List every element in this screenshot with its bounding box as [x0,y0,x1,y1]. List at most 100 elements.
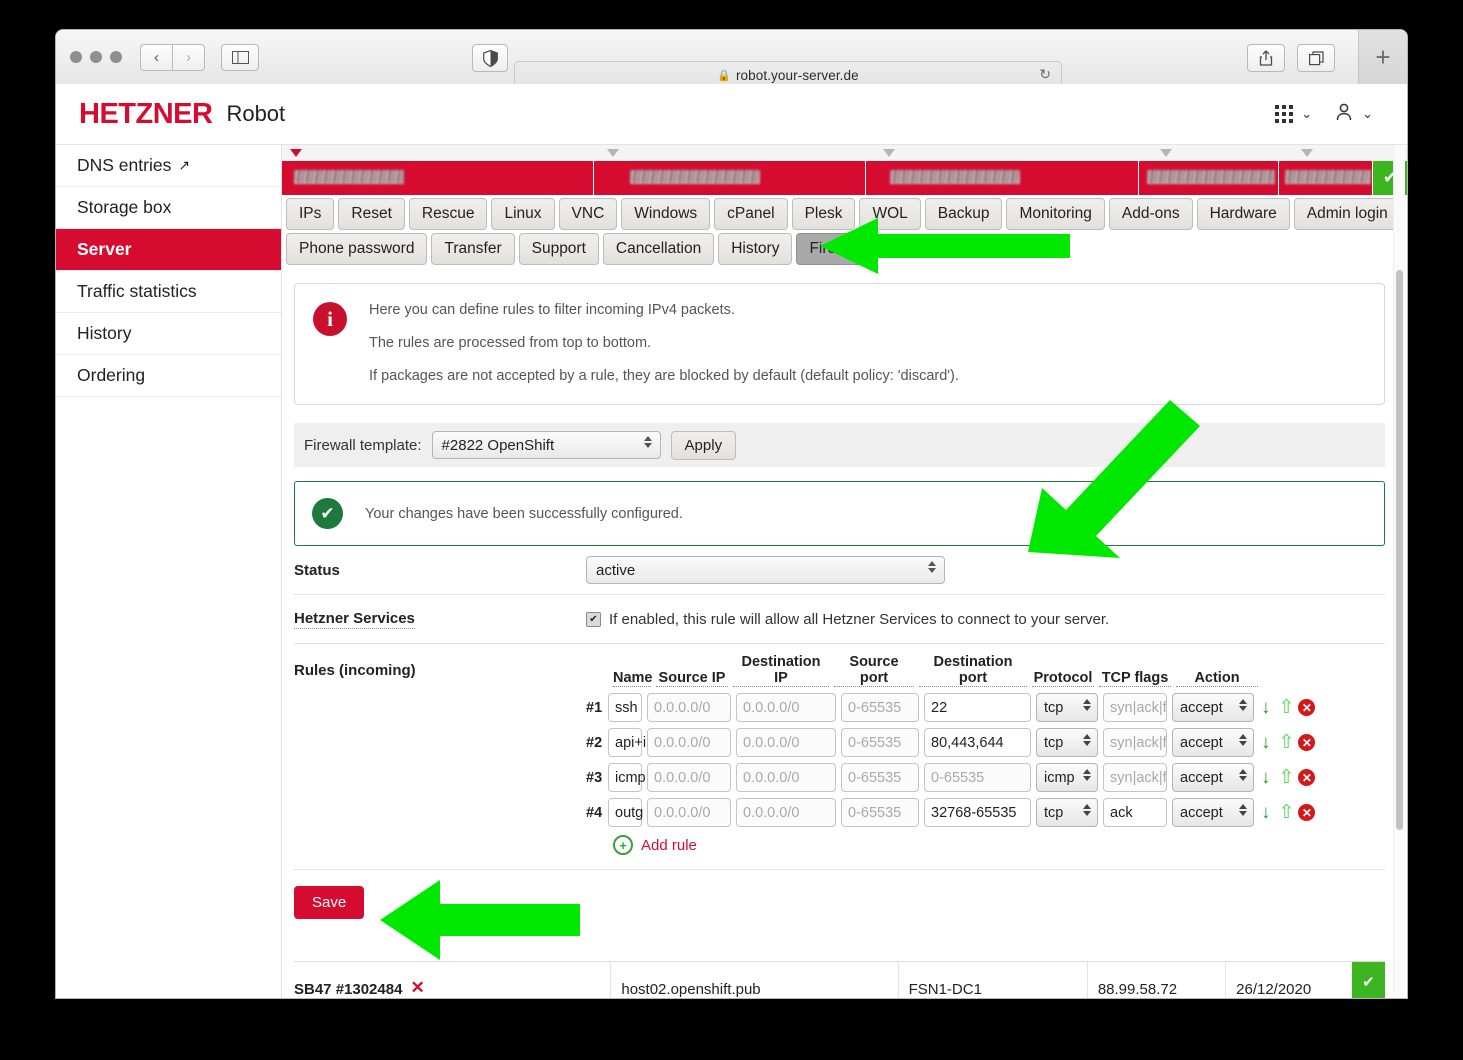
server-tab-firewall[interactable]: Firewall [796,233,876,265]
server-tab-vnc[interactable]: VNC [558,198,618,230]
rule-delete-icon[interactable]: ✕ [1298,699,1316,716]
rule-protocol-select[interactable]: tcp [1036,728,1098,757]
sort-column-hostname[interactable] [599,147,875,161]
sidebar-item-dns-entries[interactable]: DNS entries ↗ [56,145,281,187]
rule-delete-icon[interactable]: ✕ [1298,769,1316,786]
rule-protocol-select[interactable]: icmp [1036,763,1098,792]
rule-source-ip-input[interactable]: 0.0.0.0/0 [647,728,731,757]
rule-move-up-icon[interactable]: ⇧ [1279,731,1295,754]
server-cell-date[interactable] [1279,161,1373,195]
server-tab-plesk[interactable]: Plesk [791,198,856,230]
server-cell-name[interactable] [282,161,595,195]
server-cell-datacenter[interactable] [866,161,1139,195]
rule-destination-port-input[interactable]: 0-65535 [924,763,1031,792]
rule-destination-ip-input[interactable]: 0.0.0.0/0 [736,728,836,757]
server-tab-linux[interactable]: Linux [491,198,555,230]
apps-menu[interactable]: ⌄ [1275,105,1312,123]
rule-source-port-input[interactable]: 0-65535 [841,728,919,757]
back-button[interactable]: ‹ [140,43,172,71]
server-tab-backup[interactable]: Backup [924,198,1003,230]
scrollbar-thumb[interactable] [1396,270,1403,830]
rule-tcp-flags-input[interactable]: syn|ack|fin|rst|urg|psh|all|none [1103,728,1167,757]
bottom-cell-datacenter[interactable]: FSN1-DC1 [899,962,1088,998]
sidebar-item-storage-box[interactable]: Storage box [56,187,281,229]
apply-template-button[interactable]: Apply [670,430,737,460]
collapse-row-icon[interactable]: ✕ [410,978,424,998]
rule-move-up-icon[interactable]: ⇧ [1279,696,1295,719]
server-tab-cancellation[interactable]: Cancellation [602,233,715,265]
rule-move-up-icon[interactable]: ⇧ [1279,766,1295,789]
sidebar-item-traffic-statistics[interactable]: Traffic statistics [56,271,281,313]
bottom-cell-server[interactable]: SB47 #1302484 ✕ [294,962,612,998]
sidebar-item-server[interactable]: Server [56,229,281,271]
rule-destination-port-input[interactable]: 80,443,644 [924,728,1031,757]
sidebar-item-ordering[interactable]: Ordering [56,355,281,397]
server-tab-windows[interactable]: Windows [621,198,711,230]
server-tab-reset[interactable]: Reset [338,198,405,230]
bottom-cell-hostname[interactable]: host02.openshift.pub [611,962,899,998]
rule-tcp-flags-input[interactable]: syn|ack|fin|rst|urg|psh|all|none [1103,693,1167,722]
rule-delete-icon[interactable]: ✕ [1298,804,1316,821]
sort-column-date[interactable] [1293,147,1407,161]
rule-action-select[interactable]: accept [1172,728,1254,757]
rule-name-input[interactable]: ssh [608,693,642,722]
selected-server-row[interactable]: ✔ [282,161,1407,195]
sort-column-server[interactable] [282,147,599,161]
rule-action-select[interactable]: accept [1172,693,1254,722]
firewall-template-select[interactable]: #2822 OpenShift [431,431,661,459]
server-tab-add-ons[interactable]: Add-ons [1108,198,1193,230]
rule-destination-ip-input[interactable]: 0.0.0.0/0 [736,693,836,722]
reload-button[interactable]: ↻ [1039,66,1051,83]
close-window-button[interactable] [70,51,82,63]
server-tab-admin-login[interactable]: Admin login [1293,198,1401,230]
minimize-window-button[interactable] [90,51,102,63]
rule-action-select[interactable]: accept [1172,763,1254,792]
server-tab-support[interactable]: Support [518,233,599,265]
rule-protocol-select[interactable]: tcp [1036,798,1098,827]
server-tab-history[interactable]: History [718,233,793,265]
rule-name-input[interactable]: outg [608,798,643,827]
server-tab-rescue[interactable]: Rescue [408,198,488,230]
rule-move-down-icon[interactable]: ↓ [1261,767,1271,789]
save-button[interactable]: Save [294,886,365,919]
firewall-status-select[interactable]: active [586,556,945,584]
server-tab-hardware[interactable]: Hardware [1196,198,1290,230]
server-cell-hostname[interactable] [594,161,867,195]
server-tab-ips[interactable]: IPs [286,198,335,230]
rule-move-down-icon[interactable]: ↓ [1261,732,1271,754]
server-tab-transfer[interactable]: Transfer [431,233,515,265]
add-rule-row[interactable]: + Add rule [586,835,1385,855]
rule-name-input[interactable]: api+i [608,728,646,757]
account-menu[interactable]: ⌄ [1334,102,1373,127]
rule-source-port-input[interactable]: 0-65535 [841,763,919,792]
rule-tcp-flags-input[interactable]: ack [1103,798,1167,827]
sort-column-datacenter[interactable] [875,147,1151,161]
bottom-cell-date[interactable]: 26/12/2020 [1226,962,1352,998]
rule-action-select[interactable]: accept [1172,798,1254,827]
share-icon[interactable] [1247,44,1285,72]
sidebar-toggle-icon[interactable] [221,43,259,71]
rule-destination-ip-input[interactable]: 0.0.0.0/0 [736,763,836,792]
hetzner-services-checkbox-line[interactable]: ✔ If enabled, this rule will allow all H… [586,611,1385,628]
rule-move-down-icon[interactable]: ↓ [1261,697,1271,719]
rule-source-port-input[interactable]: 0-65535 [841,693,919,722]
rule-destination-port-input[interactable]: 32768-65535 [924,798,1031,827]
server-list-row[interactable]: SB47 #1302484 ✕ host02.openshift.pub FSN… [294,961,1386,998]
bottom-cell-ip[interactable]: 88.99.58.72 [1088,962,1227,998]
add-rule-link[interactable]: Add rule [641,837,697,854]
privacy-shield-icon[interactable] [472,44,508,72]
server-tab-monitoring[interactable]: Monitoring [1006,198,1105,230]
sidebar-item-history[interactable]: History [56,313,281,355]
new-tab-button[interactable]: + [1358,30,1407,84]
server-cell-ip[interactable] [1138,161,1280,195]
rule-source-ip-input[interactable]: 0.0.0.0/0 [647,763,731,792]
maximize-window-button[interactable] [110,51,122,63]
rule-delete-icon[interactable]: ✕ [1298,734,1316,751]
rule-protocol-select[interactable]: tcp [1036,693,1098,722]
hetzner-services-checkbox[interactable]: ✔ [586,611,601,627]
server-tab-phone-password[interactable]: Phone password [286,233,428,265]
rule-source-ip-input[interactable]: 0.0.0.0/0 [647,693,731,722]
vertical-scrollbar[interactable] [1393,145,1405,998]
rule-move-down-icon[interactable]: ↓ [1261,802,1271,824]
rule-destination-ip-input[interactable]: 0.0.0.0/0 [736,798,836,827]
